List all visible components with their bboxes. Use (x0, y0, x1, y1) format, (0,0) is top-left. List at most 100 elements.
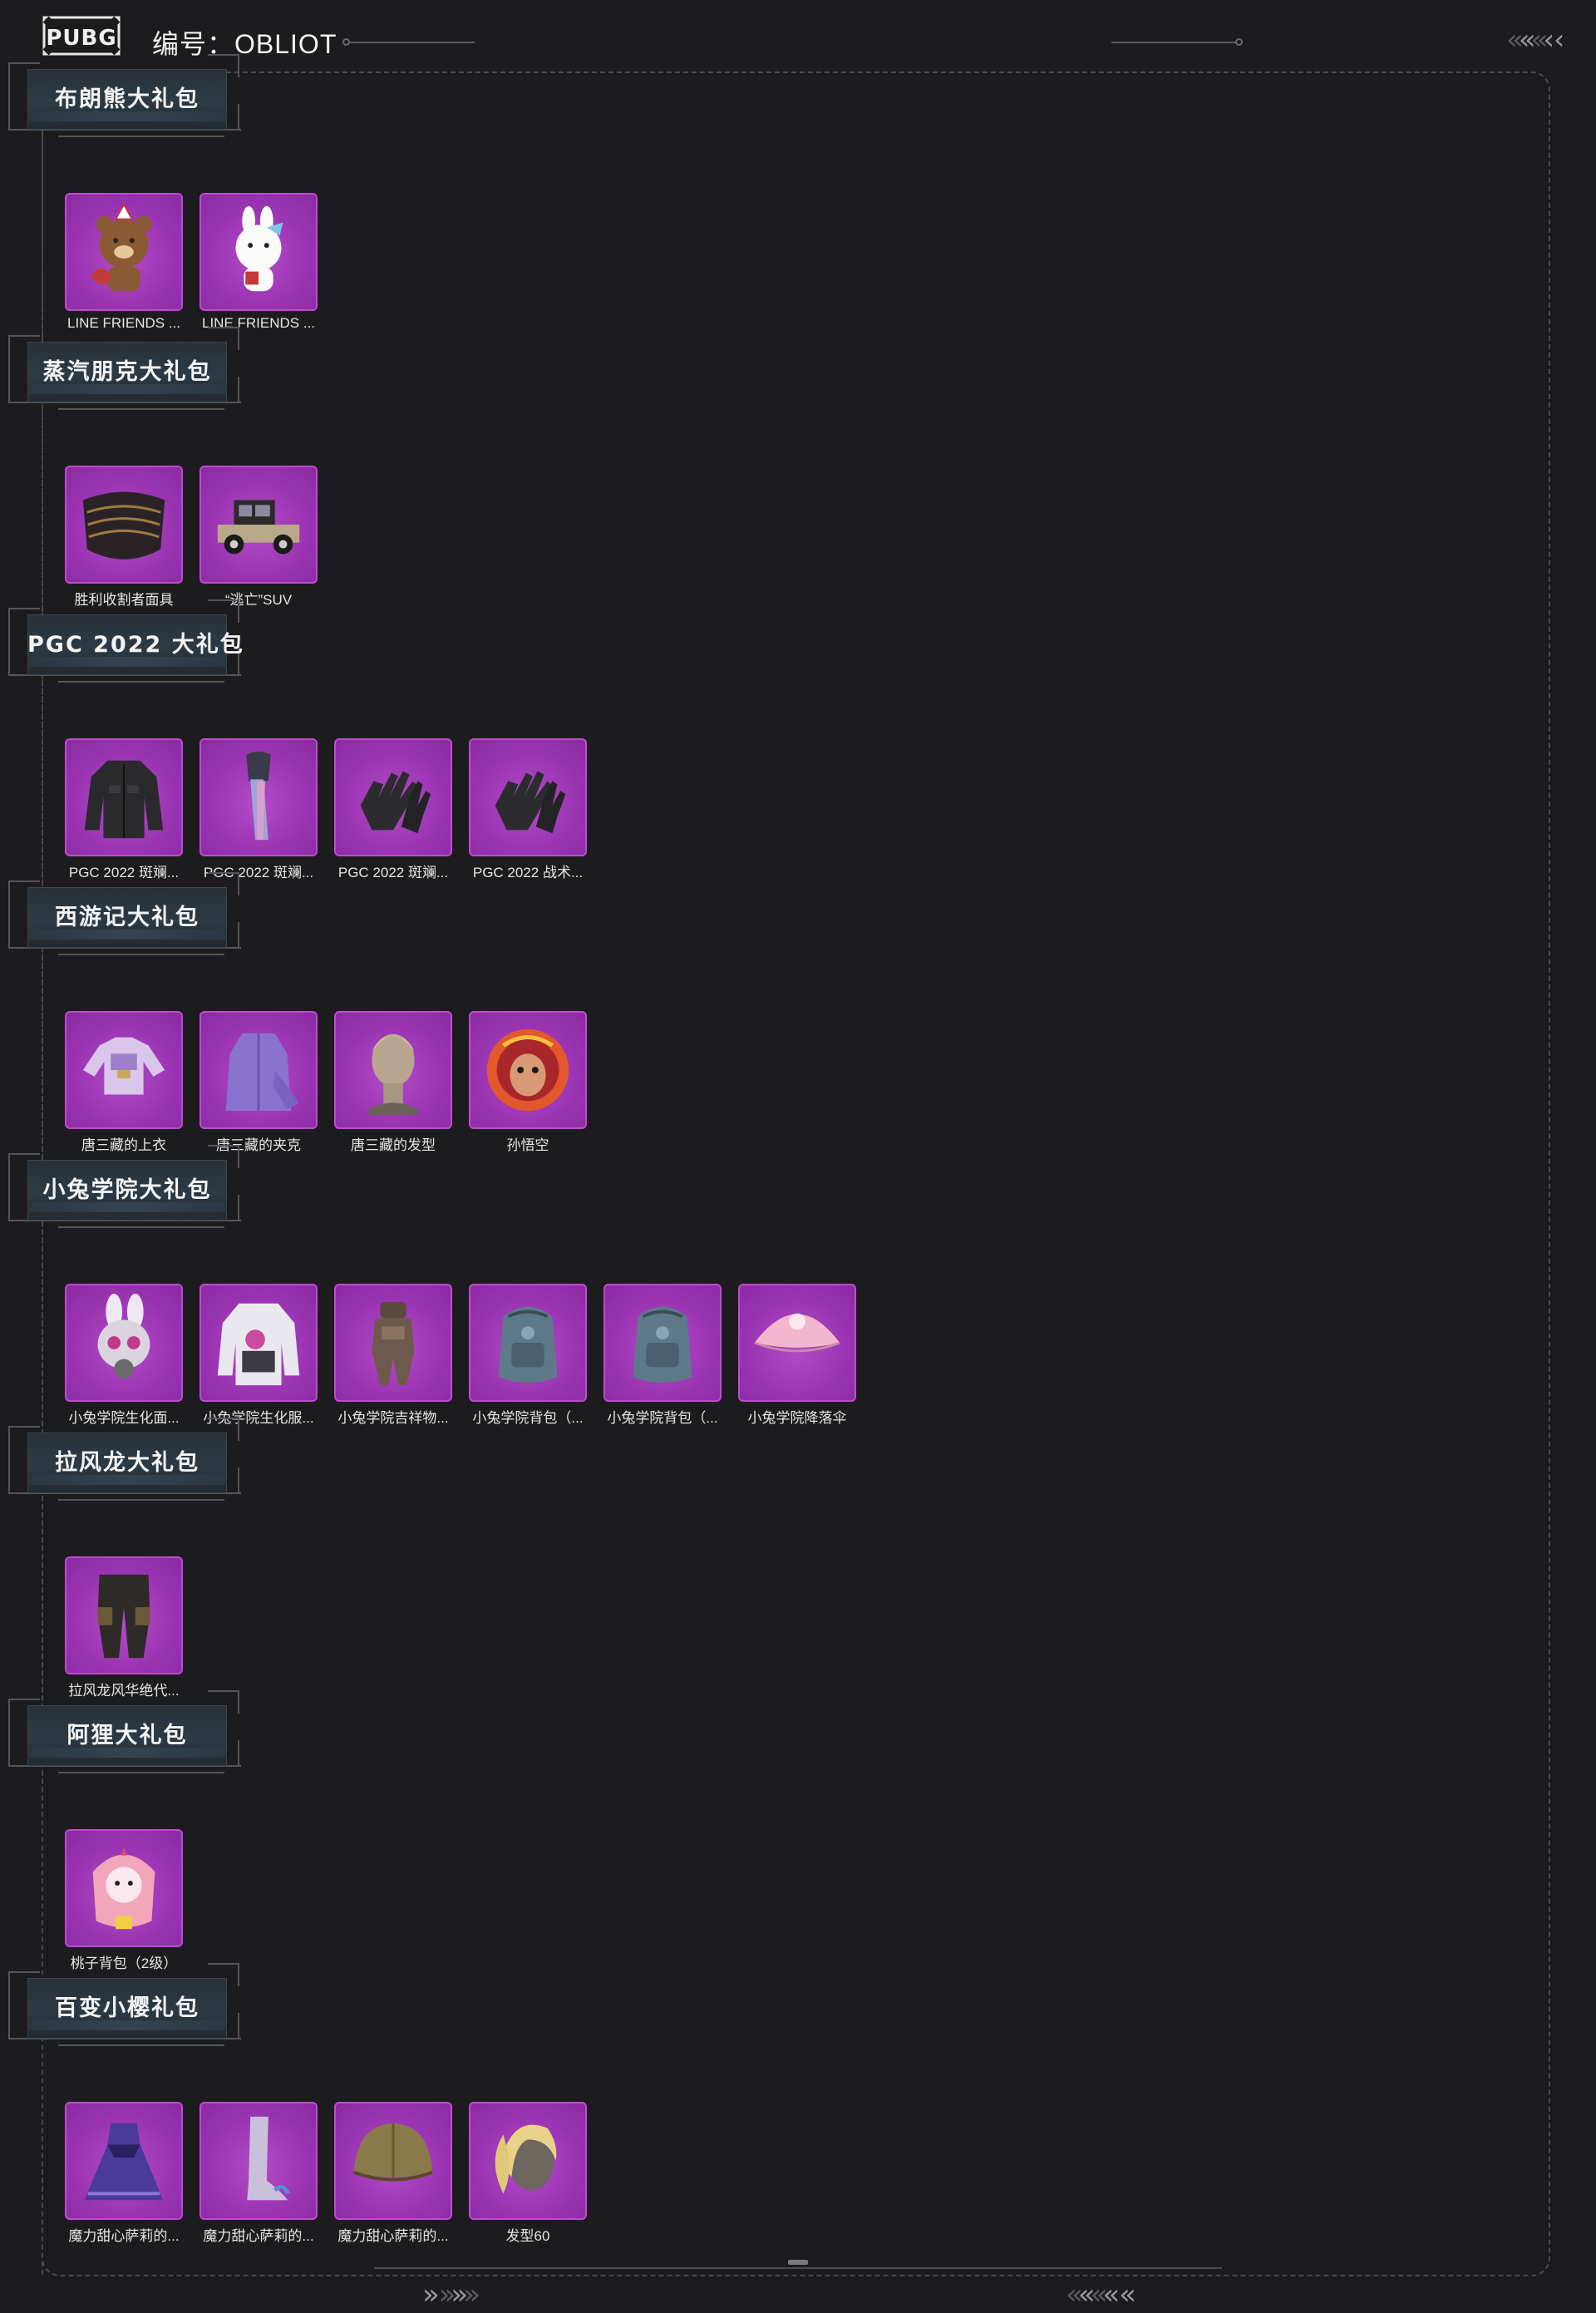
gift-item[interactable]: 小兔学院生化服... (200, 1284, 318, 1427)
gift-item[interactable]: 胜利收割者面具 (65, 466, 183, 609)
gift-item[interactable]: LINE FRIENDS ... (200, 193, 318, 332)
section-title: 小兔学院大礼包 (42, 1177, 212, 1203)
item-tile[interactable] (65, 1829, 183, 1947)
item-tile[interactable] (469, 1284, 587, 1402)
dress-icon (84, 2123, 164, 2201)
bottom-line (374, 2267, 1222, 2269)
gift-item[interactable]: 小兔学院吉祥物... (334, 1284, 452, 1427)
content-frame (42, 72, 1550, 2276)
item-name: 小兔学院吉祥物... (337, 1410, 449, 1426)
section-header: 百变小樱礼包 (8, 1963, 245, 2067)
top-icon (82, 1037, 165, 1095)
gift-item[interactable]: PGC 2022 战术... (469, 738, 587, 881)
hairstyle-icon (495, 2124, 557, 2194)
item-tile[interactable] (334, 1011, 452, 1129)
gift-item[interactable]: 桃子背包（2级） (65, 1829, 183, 1972)
section-title: 布朗熊大礼包 (55, 86, 200, 112)
item-tile[interactable] (603, 1284, 722, 1402)
item-tile[interactable] (334, 1284, 452, 1402)
item-tile[interactable] (200, 193, 318, 311)
item-tile[interactable] (200, 738, 318, 856)
item-tile[interactable] (65, 1556, 183, 1674)
item-tile[interactable] (65, 193, 183, 311)
section-header: 阿狸大礼包 (8, 1690, 245, 1794)
section-header: 小兔学院大礼包 (8, 1145, 245, 1249)
gift-item[interactable]: 唐三藏的上衣 (65, 1011, 183, 1154)
gloves-icon (360, 771, 431, 834)
section-title: 西游记大礼包 (55, 905, 200, 930)
item-name: 魔力甜心萨莉的... (68, 2228, 180, 2244)
header-line-dot-right (1235, 38, 1243, 46)
item-tile[interactable] (469, 2102, 587, 2220)
item-tile[interactable] (65, 1284, 183, 1402)
item-tile[interactable] (200, 466, 318, 584)
gift-item[interactable]: PGC 2022 斑斓... (65, 738, 183, 881)
gift-item[interactable]: 魔力甜心萨莉的... (334, 2102, 452, 2245)
section-title: 百变小樱礼包 (55, 1995, 200, 2021)
gift-item[interactable]: PGC 2022 斑斓... (334, 738, 452, 881)
item-tile[interactable] (65, 738, 183, 856)
item-tile[interactable] (200, 1011, 318, 1129)
gloves-icon (495, 771, 566, 834)
chevrons-left-icon: «««‹ ‹ (1506, 23, 1564, 57)
parachute-icon (754, 1313, 840, 1353)
hazmat-suit-icon (217, 1303, 300, 1386)
item-tile[interactable] (200, 1284, 318, 1402)
chevrons-left-bottom-icon: «««« « (1066, 2278, 1136, 2311)
gift-item[interactable]: 唐三藏的夹克 (200, 1011, 318, 1154)
gift-item[interactable]: 拉风龙风华绝代... (65, 1556, 183, 1699)
section-title: 拉风龙大礼包 (55, 1450, 200, 1476)
backpack-icon (633, 1306, 692, 1383)
gift-item[interactable]: 唐三藏的发型 (334, 1011, 452, 1154)
item-tile[interactable] (469, 1011, 587, 1129)
section-header: 西游记大礼包 (8, 872, 245, 976)
gift-item[interactable]: 小兔学院背包（... (603, 1284, 722, 1427)
item-name: 小兔学院降落伞 (747, 1410, 847, 1426)
gift-item[interactable]: “逃亡”SUV (200, 466, 318, 609)
section-header: 蒸汽朋克大礼包 (8, 327, 245, 431)
item-name: 发型60 (505, 2228, 550, 2244)
section-title: 蒸汽朋克大礼包 (42, 359, 212, 385)
item-tile[interactable] (469, 738, 587, 856)
section-header: 布朗熊大礼包 (8, 54, 245, 158)
vintage-car-icon (217, 500, 300, 555)
head-icon (368, 1033, 418, 1116)
helmet-icon (353, 2123, 433, 2182)
brown-bear-icon (91, 203, 152, 292)
mask-icon (82, 491, 165, 560)
item-name: 孙悟空 (506, 1137, 549, 1153)
pubg-logo: PUBG (42, 16, 121, 56)
item-tile[interactable] (334, 738, 452, 856)
header-line-dot-left (342, 38, 350, 46)
gift-item[interactable]: 小兔学院背包（... (469, 1284, 587, 1427)
gift-item[interactable]: 小兔学院降落伞 (738, 1284, 856, 1427)
gift-item[interactable]: 孙悟空 (469, 1011, 587, 1154)
pants-icon (97, 1574, 150, 1659)
item-name: 魔力甜心萨莉的... (337, 2228, 449, 2244)
backpack-icon (498, 1306, 558, 1383)
gift-item[interactable]: LINE FRIENDS ... (65, 193, 183, 332)
item-name: 小兔学院背包（... (607, 1410, 718, 1426)
item-tile[interactable] (200, 2102, 318, 2220)
item-tile[interactable] (65, 1011, 183, 1129)
section-header: 拉风龙大礼包 (8, 1418, 245, 1521)
item-tile[interactable] (334, 2102, 452, 2220)
header-line-right (1111, 42, 1236, 43)
item-tile[interactable] (738, 1284, 856, 1402)
gift-item[interactable]: 魔力甜心萨莉的... (200, 2102, 318, 2245)
tactical-jacket-icon (84, 760, 164, 839)
header-line-left (350, 42, 475, 43)
item-tile[interactable] (65, 466, 183, 584)
boots-icon (247, 2116, 290, 2201)
section-title: 阿狸大礼包 (66, 1723, 188, 1748)
gift-item[interactable]: PGC 2022 斑斓... (200, 738, 318, 881)
item-name: 小兔学院背包（... (472, 1410, 584, 1426)
gift-item[interactable]: 发型60 (469, 2102, 587, 2245)
svg-text:PUBG: PUBG (46, 26, 116, 51)
item-name: 唐三藏的发型 (351, 1137, 436, 1153)
gift-item[interactable]: 小兔学院生化面... (65, 1284, 183, 1427)
robe-icon (225, 1033, 300, 1112)
cony-rabbit-icon (235, 205, 283, 292)
gift-item[interactable]: 魔力甜心萨莉的... (65, 2102, 183, 2245)
item-tile[interactable] (65, 2102, 183, 2220)
